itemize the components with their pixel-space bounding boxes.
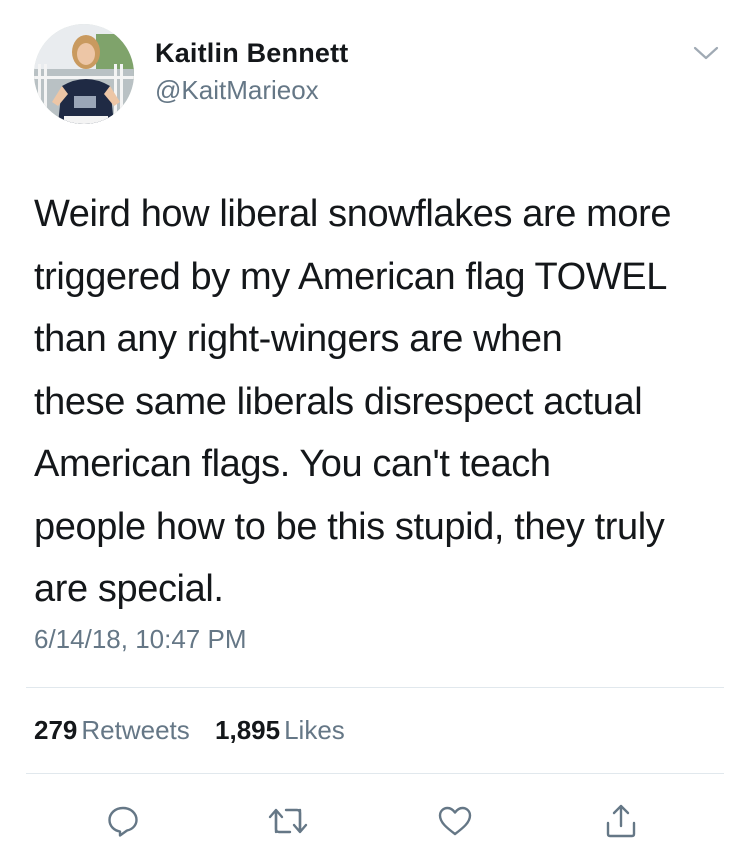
tweet-text-line: American flags. You can't teach bbox=[34, 443, 551, 485]
likes-count: 1,895 bbox=[215, 715, 281, 745]
likes-label: Likes bbox=[284, 715, 345, 745]
tweet-card: Kaitlin Bennett @KaitMarieox Weird how l… bbox=[0, 0, 750, 859]
tweet-timestamp[interactable]: 6/14/18, 10:47 PM bbox=[34, 624, 246, 655]
share-icon bbox=[606, 804, 636, 838]
retweets-count: 279 bbox=[34, 715, 78, 745]
share-button[interactable] bbox=[598, 800, 644, 842]
divider bbox=[26, 773, 724, 774]
tweet-text-line: triggered by my American flag TOWEL bbox=[34, 255, 667, 298]
tweet-text-line: than any right-wingers are when bbox=[34, 318, 563, 360]
tweet-text-line: these same liberals disrespect actual bbox=[34, 380, 643, 423]
author-name[interactable]: Kaitlin Bennett bbox=[155, 38, 349, 69]
retweets-label: Retweets bbox=[81, 715, 190, 745]
reply-button[interactable] bbox=[100, 800, 146, 842]
reply-icon bbox=[108, 806, 138, 837]
tweet-stats: 279 Retweets 1,895 Likes bbox=[34, 715, 363, 746]
chevron-down-icon[interactable] bbox=[692, 44, 720, 62]
profile-photo bbox=[34, 24, 134, 124]
avatar[interactable] bbox=[34, 24, 134, 124]
tweet-text-line: Weird how liberal snowflakes are more bbox=[34, 193, 672, 235]
like-button[interactable] bbox=[432, 800, 478, 842]
retweet-button[interactable] bbox=[265, 800, 311, 842]
tweet-text: Weird how liberal snowflakes are more tr… bbox=[34, 183, 734, 621]
likes-stat[interactable]: 1,895 Likes bbox=[215, 715, 345, 746]
tweet-text-line: are special. bbox=[34, 568, 224, 610]
retweet-icon bbox=[268, 808, 308, 834]
divider bbox=[26, 687, 724, 688]
retweets-stat[interactable]: 279 Retweets bbox=[34, 715, 190, 746]
author-handle[interactable]: @KaitMarieox bbox=[155, 75, 319, 106]
tweet-text-line: people how to be this stupid, they truly bbox=[34, 505, 665, 548]
like-icon bbox=[438, 806, 472, 836]
